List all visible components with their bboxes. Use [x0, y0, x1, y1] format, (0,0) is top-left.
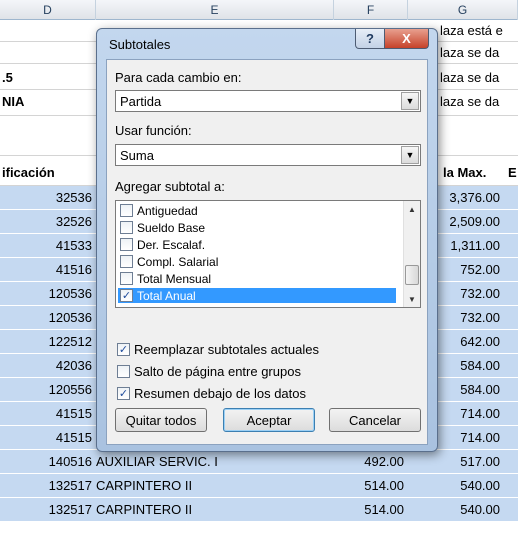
cell[interactable]: AUXILIAR SERVIC. I [96, 450, 334, 474]
field-label: Compl. Salarial [137, 254, 219, 269]
each-change-value: Partida [120, 94, 162, 109]
fields-listbox[interactable]: Antiguedad Sueldo Base Der. Escalaf. Compl.… [115, 200, 421, 308]
cell[interactable]: 540.00 [420, 474, 500, 498]
ok-button[interactable]: Aceptar [223, 408, 315, 432]
add-subtotal-label: Agregar subtotal a: [115, 179, 225, 194]
cell[interactable]: NIA [2, 90, 82, 112]
checkbox[interactable]: ✓ [117, 387, 130, 400]
cell[interactable]: 122512 [0, 330, 92, 354]
chevron-down-icon[interactable]: ▼ [401, 146, 419, 164]
cell[interactable]: 140516 [0, 450, 92, 474]
table-row: 132517 CARPINTERO II 514.00 540.00 [0, 498, 518, 522]
field-list-item[interactable]: Compl. Salarial [118, 254, 396, 269]
cell[interactable]: 41516 [0, 258, 92, 282]
cell[interactable]: 540.00 [420, 498, 500, 522]
cell[interactable]: 517.00 [420, 450, 500, 474]
column-header-f[interactable]: F [334, 0, 408, 20]
column-header-g[interactable]: G [408, 0, 518, 20]
cell[interactable]: 41515 [0, 426, 92, 450]
cell[interactable]: 32526 [0, 210, 92, 234]
checkbox[interactable]: ✓ [117, 343, 130, 356]
option-checkbox[interactable]: ✓ Reemplazar subtotales actuales [115, 342, 319, 357]
option-label: Salto de página entre grupos [134, 364, 301, 379]
field-list-item[interactable]: Sueldo Base [118, 220, 396, 235]
cell[interactable]: laza se da [440, 42, 518, 64]
cell[interactable]: 514.00 [334, 474, 404, 498]
table-row: 140516 AUXILIAR SERVIC. I 492.00 517.00 [0, 450, 518, 474]
checkbox[interactable] [117, 365, 130, 378]
dialog-title: Subtotales [109, 37, 171, 52]
cancel-button[interactable]: Cancelar [329, 408, 421, 432]
checkbox[interactable] [120, 255, 133, 268]
cell[interactable]: 42036 [0, 354, 92, 378]
subtotals-dialog: Subtotales ? X Para cada cambio en: Part… [96, 28, 438, 452]
cell[interactable]: 120536 [0, 306, 92, 330]
cell[interactable]: .5 [2, 64, 82, 86]
header-cell[interactable]: la Max. [443, 160, 505, 182]
option-checkbox[interactable]: Salto de página entre grupos [115, 364, 301, 379]
scroll-down-icon[interactable]: ▼ [404, 291, 420, 307]
help-button[interactable]: ? [355, 29, 385, 49]
cell[interactable]: laza se da [440, 90, 518, 112]
dialog-body: Para cada cambio en: Partida ▼ Usar func… [106, 59, 428, 445]
cell[interactable]: laza está e [440, 20, 518, 42]
field-label: Antiguedad [137, 203, 198, 218]
cell[interactable]: 41533 [0, 234, 92, 258]
checkbox[interactable] [120, 221, 133, 234]
cell[interactable]: 41515 [0, 402, 92, 426]
checkbox[interactable] [120, 204, 133, 217]
field-label: Total Anual [137, 288, 196, 303]
function-label: Usar función: [115, 123, 192, 138]
cell[interactable]: 120536 [0, 282, 92, 306]
option-label: Reemplazar subtotales actuales [134, 342, 319, 357]
column-header-d[interactable]: D [0, 0, 96, 20]
scroll-up-icon[interactable]: ▲ [404, 201, 420, 217]
cell[interactable]: 492.00 [334, 450, 404, 474]
column-header-e[interactable]: E [96, 0, 334, 20]
cell[interactable]: 514.00 [334, 498, 404, 522]
field-label: Total Mensual [137, 271, 212, 286]
field-list-item[interactable]: Der. Escalaf. [118, 237, 396, 252]
checkbox[interactable]: ✓ [120, 289, 133, 302]
each-change-label: Para cada cambio en: [115, 70, 242, 85]
function-select[interactable]: Suma ▼ [115, 144, 421, 166]
header-cell[interactable]: ificación [2, 160, 92, 182]
chevron-down-icon[interactable]: ▼ [401, 92, 419, 110]
table-row: 132517 CARPINTERO II 514.00 540.00 [0, 474, 518, 498]
listbox-scrollbar[interactable]: ▲ ▼ [403, 201, 420, 307]
checkbox[interactable] [120, 238, 133, 251]
remove-all-button[interactable]: Quitar todos [115, 408, 207, 432]
field-list-item[interactable]: Antiguedad [118, 203, 396, 218]
cell[interactable]: laza se da [440, 64, 518, 86]
cell[interactable]: 132517 [0, 474, 92, 498]
field-list-item[interactable]: Total Mensual [118, 271, 396, 286]
cell[interactable]: CARPINTERO II [96, 474, 334, 498]
field-label: Der. Escalaf. [137, 237, 206, 252]
scrollbar-thumb[interactable] [405, 265, 419, 285]
option-label: Resumen debajo de los datos [134, 386, 307, 401]
cell[interactable]: 32536 [0, 186, 92, 210]
each-change-select[interactable]: Partida ▼ [115, 90, 421, 112]
field-label: Sueldo Base [137, 220, 206, 235]
close-button[interactable]: X [385, 29, 429, 49]
checkbox[interactable] [120, 272, 133, 285]
header-cell[interactable]: E [508, 160, 518, 182]
cell[interactable]: 120556 [0, 378, 92, 402]
cell[interactable]: 132517 [0, 498, 92, 522]
function-value: Suma [120, 148, 154, 163]
cell[interactable]: CARPINTERO II [96, 498, 334, 522]
column-header-row: D E F G [0, 0, 518, 20]
field-list-item[interactable]: ✓ Total Anual [118, 288, 396, 303]
option-checkbox[interactable]: ✓ Resumen debajo de los datos [115, 386, 306, 401]
title-bar-controls: ? X [355, 29, 429, 49]
